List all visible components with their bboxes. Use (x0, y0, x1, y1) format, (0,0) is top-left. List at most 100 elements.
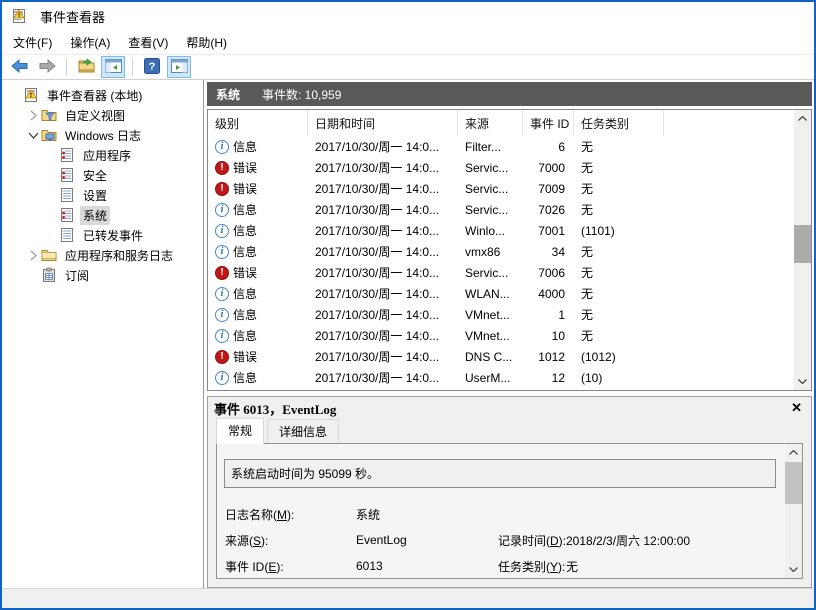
date-cell: 2017/10/30/周一 14:0... (308, 243, 458, 260)
error-icon: ! (215, 161, 229, 175)
task-category-label: 任务类别(Y): (498, 558, 566, 575)
show-action-pane-toggle[interactable] (167, 56, 191, 78)
sidebar-item-2[interactable]: Windows 日志 (2, 125, 203, 145)
sidebar-item-8[interactable]: 应用程序和服务日志 (2, 245, 203, 265)
column-header-event-id[interactable]: 事件 ID (523, 110, 574, 136)
date-cell: 2017/10/30/周一 14:0... (308, 306, 458, 323)
show-console-tree-toggle[interactable] (101, 56, 125, 78)
sidebar-item-5[interactable]: 设置 (2, 185, 203, 205)
menu-help[interactable]: 帮助(H) (177, 31, 236, 54)
event-row[interactable]: i信息2017/10/30/周一 14:0...Winlo...7001(110… (208, 220, 794, 241)
level-label: 信息 (233, 285, 257, 302)
level-cell: !错误 (208, 180, 308, 198)
column-header-level[interactable]: 级别 (208, 110, 308, 136)
level-label: 信息 (233, 243, 257, 260)
event-row[interactable]: !错误2017/10/30/周一 14:0...DNS C...1012(101… (208, 346, 794, 367)
back-button[interactable] (8, 56, 32, 78)
preview-scrollbar[interactable] (785, 444, 802, 578)
log-marked-icon (59, 147, 75, 163)
event-row[interactable]: i信息2017/10/30/周一 14:0...Filter...6无 (208, 136, 794, 157)
sidebar-item-0[interactable]: 事件查看器 (本地) (2, 85, 203, 105)
sidebar-item-7[interactable]: 已转发事件 (2, 225, 203, 245)
event-row[interactable]: i信息2017/10/30/周一 14:0...Servic...7026无 (208, 199, 794, 220)
list-header-row: 级别 日期和时间 来源 事件 ID 任务类别 (208, 110, 794, 136)
logged-value: 2018/2/3/周六 12:00:00 (566, 532, 690, 549)
level-label: 信息 (233, 138, 257, 155)
field-row-log-name: 日志名称(M): 系统 (225, 501, 776, 527)
log-plain-icon (59, 187, 75, 203)
menu-file[interactable]: 文件(F) (4, 31, 61, 54)
info-icon: i (215, 371, 229, 385)
event-row[interactable]: !错误2017/10/30/周一 14:0...Servic...7006无 (208, 262, 794, 283)
log-plain-icon (59, 227, 75, 243)
chevron-down-icon[interactable] (26, 132, 41, 139)
event-id-cell: 4000 (523, 287, 574, 301)
source-label: 来源(S): (225, 532, 356, 549)
folder-logs-icon (41, 127, 57, 143)
column-header-source[interactable]: 来源 (458, 110, 523, 136)
sidebar-item-1[interactable]: 自定义视图 (2, 105, 203, 125)
sidebar-item-label: 应用程序 (80, 146, 134, 165)
action-pane-window-icon (171, 59, 188, 76)
event-row[interactable]: i信息2017/10/30/周一 14:0...VMnet...1无 (208, 304, 794, 325)
menu-action[interactable]: 操作(A) (61, 31, 119, 54)
tab-details[interactable]: 详细信息 (267, 419, 339, 443)
date-cell: 2017/10/30/周一 14:0... (308, 222, 458, 239)
source-cell: DNS C... (458, 350, 523, 364)
level-cell: !错误 (208, 348, 308, 366)
scrollbar-thumb[interactable] (785, 462, 802, 504)
event-row[interactable]: !错误2017/10/30/周一 14:0...Servic...7009无 (208, 178, 794, 199)
log-marked-icon (59, 167, 75, 183)
event-list-scrollbar[interactable] (794, 110, 811, 390)
column-header-task-category[interactable]: 任务类别 (574, 110, 664, 136)
logged-label: 记录时间(D): (498, 532, 566, 549)
forward-arrow-icon (38, 59, 56, 76)
preview-pane: 事件 6013，EventLog ✕ 常规 详细信息 系统启动时间为 95099… (207, 396, 812, 588)
sidebar-item-label: 订阅 (62, 266, 92, 285)
close-icon[interactable]: ✕ (791, 400, 802, 416)
level-cell: i信息 (208, 222, 308, 240)
sidebar-item-4[interactable]: 安全 (2, 165, 203, 185)
column-header-filler (664, 110, 794, 136)
event-row[interactable]: i信息2017/10/30/周一 14:0...UserM...12(10) (208, 367, 794, 388)
scroll-up-icon[interactable] (794, 110, 811, 127)
chevron-right-icon[interactable] (26, 250, 41, 261)
open-saved-log-button[interactable] (74, 56, 98, 78)
level-label: 错误 (233, 348, 257, 365)
column-header-date[interactable]: 日期和时间 (308, 110, 458, 136)
level-cell: i信息 (208, 306, 308, 324)
scrollbar-thumb[interactable] (794, 225, 811, 263)
scroll-down-icon[interactable] (785, 561, 802, 578)
info-icon: i (215, 203, 229, 217)
source-cell: UserM... (458, 371, 523, 385)
event-viewer-icon (23, 87, 39, 103)
level-label: 信息 (233, 222, 257, 239)
main-panel: 系统 事件数: 10,959 级别 日期和时间 来源 事件 ID 任务类别 i信… (204, 80, 814, 588)
title-bar: 事件查看器 (2, 2, 814, 30)
level-cell: i信息 (208, 138, 308, 156)
tab-general[interactable]: 常规 (216, 418, 264, 444)
level-label: 信息 (233, 369, 257, 386)
date-cell: 2017/10/30/周一 14:0... (308, 327, 458, 344)
source-value: EventLog (356, 533, 498, 547)
chevron-right-icon[interactable] (26, 110, 41, 121)
event-row[interactable]: i信息2017/10/30/周一 14:0...VMnet...10无 (208, 325, 794, 346)
scroll-down-icon[interactable] (794, 373, 811, 390)
task-category-cell: 无 (574, 180, 664, 197)
event-row[interactable]: !错误2017/10/30/周一 14:0...Servic...7000无 (208, 157, 794, 178)
field-row-source: 来源(S): EventLog 记录时间(D): 2018/2/3/周六 12:… (225, 527, 776, 553)
scroll-up-icon[interactable] (785, 444, 802, 461)
forward-button[interactable] (35, 56, 59, 78)
event-row[interactable]: i信息2017/10/30/周一 14:0...WLAN...4000无 (208, 283, 794, 304)
event-id-cell: 10 (523, 329, 574, 343)
sidebar-item-6[interactable]: 系统 (2, 205, 203, 225)
sidebar-item-3[interactable]: 应用程序 (2, 145, 203, 165)
menu-view[interactable]: 查看(V) (119, 31, 177, 54)
help-button[interactable]: ? (140, 56, 164, 78)
event-row[interactable]: i信息2017/10/30/周一 14:0...vmx8634无 (208, 241, 794, 262)
level-cell: !错误 (208, 159, 308, 177)
event-description-box: 系统启动时间为 95099 秒。 (224, 459, 776, 488)
sidebar-item-9[interactable]: 订阅 (2, 265, 203, 285)
task-category-cell: 无 (574, 285, 664, 302)
field-row-event-id: 事件 ID(E): 6013 任务类别(Y): 无 (225, 553, 776, 579)
